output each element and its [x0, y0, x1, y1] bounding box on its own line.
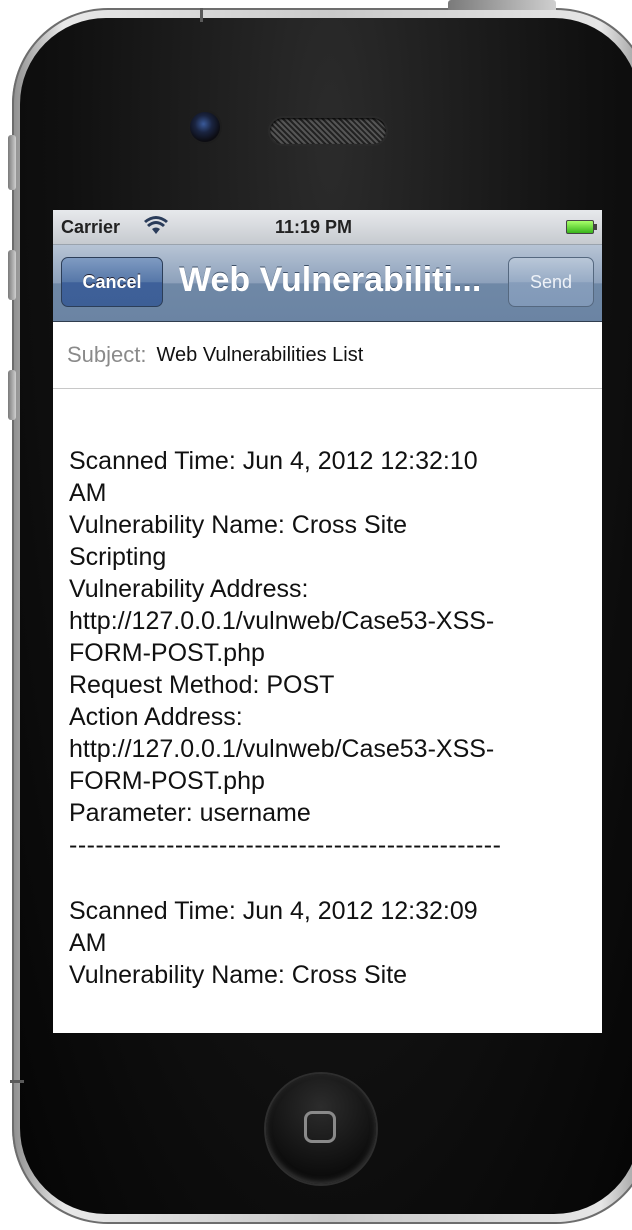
send-button[interactable]: Send — [508, 257, 594, 307]
entry-scanned-time-cont: AM — [69, 929, 107, 957]
front-camera — [190, 112, 220, 142]
subject-label: Subject: — [67, 342, 147, 367]
entry-action-address-cont: FORM-POST.php — [69, 767, 265, 795]
subject-value[interactable]: Web Vulnerabilities List — [157, 344, 364, 367]
home-square-icon — [304, 1111, 336, 1143]
status-bar: Carrier 11:19 PM — [53, 210, 602, 245]
carrier-label: Carrier — [61, 217, 121, 237]
entry-separator: ----------------------------------------… — [69, 831, 502, 859]
earpiece-speaker — [270, 118, 386, 144]
entry-parameter: Parameter: username — [69, 799, 311, 827]
clock: 11:19 PM — [275, 217, 353, 237]
entry-action-address: http://127.0.0.1/vulnweb/Case53-XSS- — [69, 735, 495, 763]
entry-scanned-time: Scanned Time: Jun 4, 2012 12:32:09 — [69, 897, 478, 925]
volume-down-button — [8, 370, 16, 420]
entry-vuln-name-cont: Scripting — [69, 543, 167, 571]
entry-vuln-name: Vulnerability Name: Cross Site — [69, 511, 408, 539]
battery-full-icon — [566, 220, 597, 234]
entry-scanned-time: Scanned Time: Jun 4, 2012 12:32:10 — [69, 447, 478, 475]
wifi-icon — [143, 216, 169, 241]
entry-vuln-address-cont: FORM-POST.php — [69, 639, 265, 667]
entry-vuln-address: http://127.0.0.1/vulnweb/Case53-XSS- — [69, 607, 495, 635]
navigation-bar: Cancel Web Vulnerabiliti... Send — [53, 245, 602, 322]
nav-title: Web Vulnerabiliti... — [179, 261, 482, 299]
subject-field[interactable]: Subject: Web Vulnerabilities List — [53, 322, 602, 389]
volume-up-button — [8, 250, 16, 300]
mute-switch — [8, 135, 16, 190]
message-body[interactable]: Scanned Time: Jun 4, 2012 12:32:10 AM Vu… — [53, 389, 602, 991]
entry-scanned-time-cont: AM — [69, 479, 107, 507]
entry-vuln-address-label: Vulnerability Address: — [69, 575, 309, 603]
antenna-band — [200, 8, 203, 22]
sleep-wake-button — [448, 0, 556, 10]
entry-vuln-name: Vulnerability Name: Cross Site — [69, 961, 408, 989]
antenna-band — [10, 1080, 24, 1083]
entry-request-method: Request Method: POST — [69, 671, 335, 699]
cancel-button[interactable]: Cancel — [61, 257, 163, 307]
device-screen: Carrier 11:19 PM Cancel Web Vulnerabilit… — [53, 210, 602, 1033]
entry-action-address-label: Action Address: — [69, 703, 243, 731]
home-button[interactable] — [266, 1074, 376, 1184]
